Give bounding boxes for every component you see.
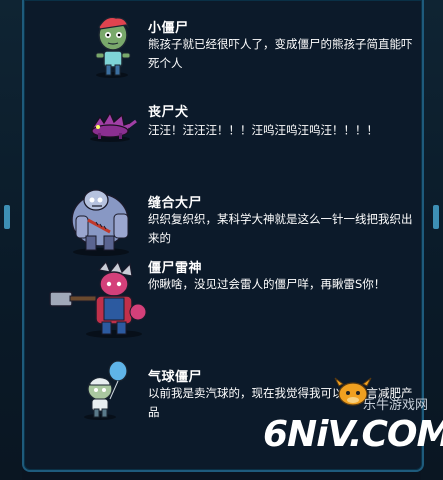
site-watermark: 乐牛游戏网 6NiV.COM (263, 376, 443, 466)
background-left (0, 0, 22, 480)
zombie-description: 你瞅啥，没见过会雷人的僵尸咩，再瞅雷S你！ (148, 277, 386, 291)
thunder-zombie-icon (49, 260, 147, 338)
list-item-thunder-zombie[interactable]: 僵尸雷神 你瞅啥，没见过会雷人的僵尸咩，再瞅雷S你！ (24, 258, 422, 348)
zombie-description: 织织复织织，某科学大神就是这么一针一线把我织出来的 (148, 212, 413, 245)
list-item-kid-zombie[interactable]: 小僵尸 熊孩子就已经很吓人了，变成僵尸的熊孩子简直能吓死个人 (24, 5, 422, 95)
list-item-zombie-dog[interactable]: 丧尸犬 汪汪！汪汪汪！！！汪呜汪呜汪呜汪！！！！ (24, 95, 422, 185)
zombie-name: 气球僵尸 (148, 370, 203, 385)
zombie-name: 丧尸犬 (148, 105, 189, 120)
zombie-dog-icon (90, 111, 137, 142)
balloon-zombie-icon (84, 360, 128, 420)
zombie-name: 僵尸雷神 (148, 261, 203, 276)
watermark-site-name: 乐牛游戏网 (363, 398, 429, 413)
zombie-description: 熊孩子就已经很吓人了，变成僵尸的熊孩子简直能吓死个人 (148, 37, 413, 70)
kid-zombie-icon (95, 16, 131, 78)
stitched-zombie-icon (71, 189, 129, 256)
right-edge-accent (433, 205, 439, 229)
zombie-name: 小僵尸 (148, 21, 189, 36)
zombie-name: 缝合大尸 (148, 196, 203, 211)
watermark-logo-text: 6NiV.COM (263, 414, 443, 455)
left-edge-accent (4, 205, 10, 229)
zombie-description: 汪汪！汪汪汪！！！汪呜汪呜汪呜汪！！！！ (148, 123, 378, 137)
